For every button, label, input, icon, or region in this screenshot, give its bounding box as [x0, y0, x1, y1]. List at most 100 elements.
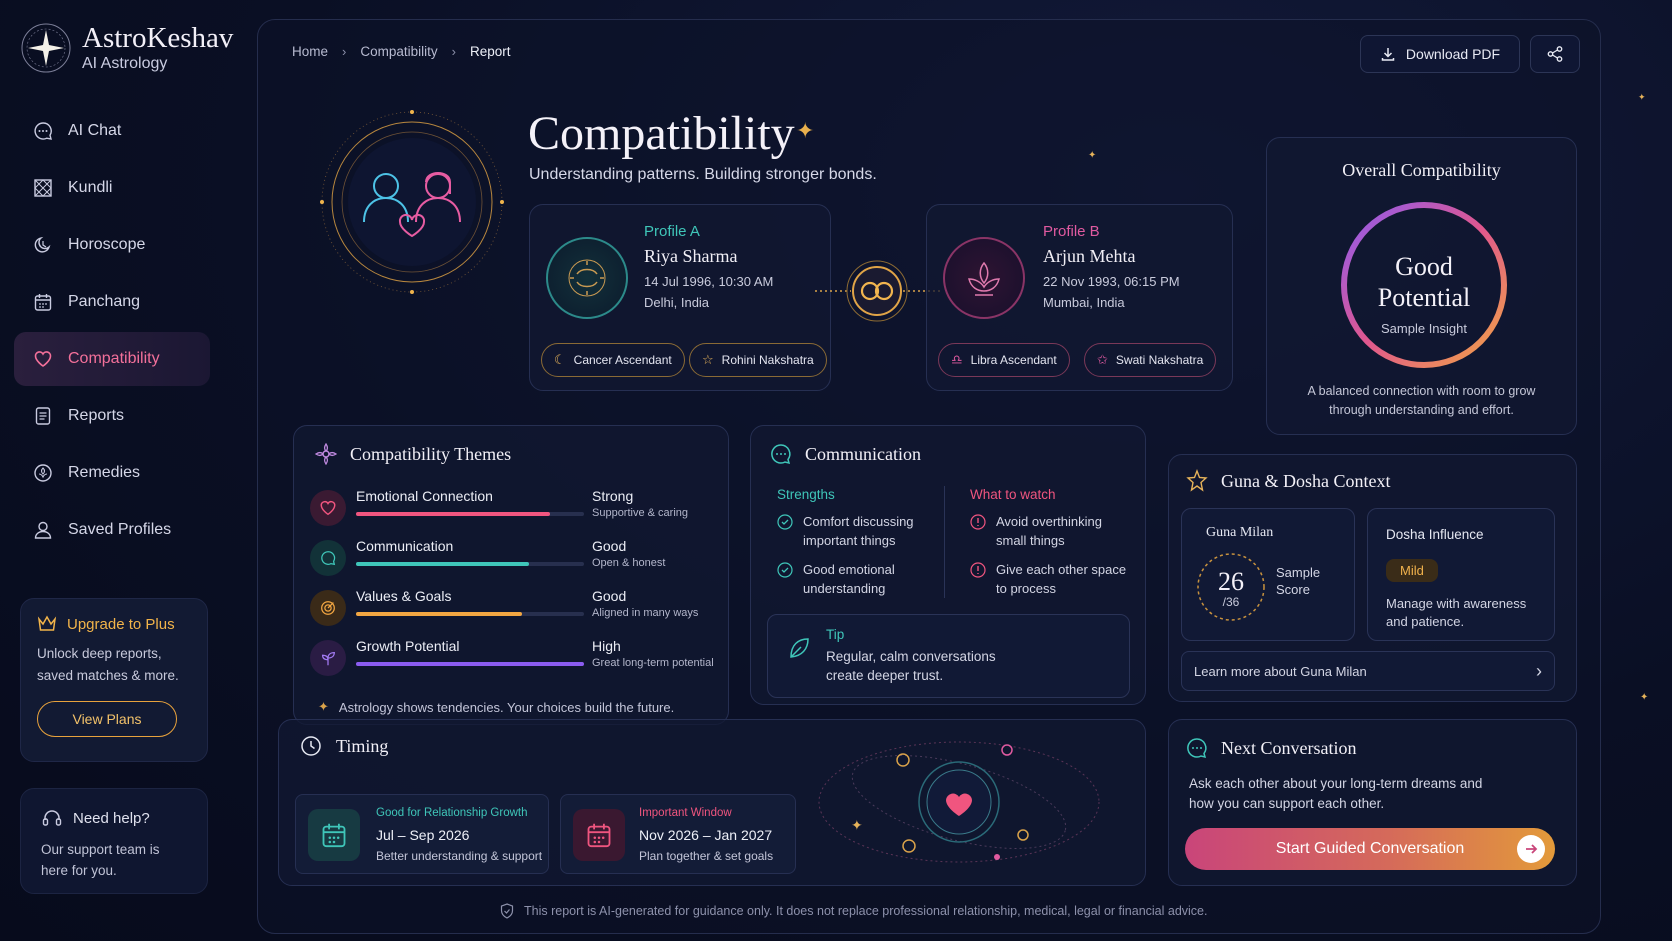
watch-item: Avoid overthinking small things: [970, 512, 1130, 550]
sidebar-item-remedies[interactable]: Remedies: [14, 446, 210, 500]
theme-desc: Aligned in many ways: [592, 607, 699, 619]
theme-name: Values & Goals: [356, 588, 452, 604]
dosha-badge: Mild: [1386, 559, 1438, 582]
moon-icon: ☾: [554, 352, 566, 367]
sidebar-item-label: Remedies: [68, 464, 141, 481]
breadcrumb-home[interactable]: Home: [292, 44, 328, 59]
chart-grid-icon: [32, 177, 54, 199]
crown-icon: [37, 615, 57, 631]
download-pdf-label: Download PDF: [1405, 46, 1501, 62]
theme-desc: Open & honest: [592, 557, 666, 569]
timing-window-range: Nov 2026 – Jan 2027: [639, 827, 773, 843]
theme-level: Strong: [592, 488, 634, 504]
sparkle-icon: ✦: [1640, 692, 1649, 703]
ascendant-chip[interactable]: ☾ Cancer Ascendant: [541, 343, 685, 377]
overall-verdict-line1: Good: [1395, 252, 1453, 281]
tip-title: Tip: [826, 627, 845, 642]
nakshatra-chip[interactable]: ☆ Rohini Nakshatra: [689, 343, 827, 377]
guna-score-label: Score: [1276, 582, 1310, 597]
chevron-right-icon: ›: [342, 44, 347, 59]
sidebar-item-label: Panchang: [68, 293, 141, 310]
clock-icon: [301, 736, 321, 756]
sparkle-icon: ✦: [318, 699, 329, 714]
breadcrumb-current: Report: [469, 44, 511, 59]
profile-a-place: Delhi, India: [644, 295, 710, 310]
calendar-icon: [573, 809, 625, 861]
strength-item: Comfort discussing important things: [777, 512, 947, 550]
heart-icon: [32, 348, 54, 370]
profile-a-emblem: [546, 237, 628, 319]
watch-text: Give each other space to process: [996, 562, 1127, 596]
profile-b-place: Mumbai, India: [1043, 295, 1125, 310]
guna-title: Guna & Dosha Context: [1221, 470, 1391, 491]
timing-window-range: Jul – Sep 2026: [376, 827, 470, 843]
guna-learn-more-link[interactable]: Learn more about Guna Milan ›: [1181, 651, 1555, 691]
breadcrumb: Home › Compatibility › Report: [292, 44, 511, 59]
guna-score-ring: 26 /36: [1197, 553, 1265, 621]
moon-cycle-icon: [32, 234, 54, 256]
shield-icon: [500, 903, 514, 919]
sidebar-item-ai-chat[interactable]: AI Chat: [14, 104, 210, 158]
view-plans-button[interactable]: View Plans: [37, 701, 177, 737]
disclaimer-text: This report is AI-generated for guidance…: [524, 904, 1208, 918]
ascendant-label: Cancer Ascendant: [573, 353, 672, 367]
help-card[interactable]: Need help? Our support team is here for …: [20, 788, 208, 894]
sidebar-item-label: Reports: [68, 407, 125, 424]
brand[interactable]: AstroKeshav AI Astrology: [20, 22, 233, 74]
themes-footer: Astrology shows tendencies. Your choices…: [338, 699, 675, 715]
strength-text: Comfort discussing important things: [803, 514, 914, 548]
svg-text:✦: ✦: [851, 817, 863, 833]
theme-desc: Great long-term potential: [592, 657, 714, 669]
chevron-right-icon: ›: [451, 44, 456, 59]
sidebar-item-panchang[interactable]: Panchang: [14, 275, 210, 329]
nakshatra-label: Swati Nakshatra: [1115, 353, 1204, 367]
timing-window[interactable]: Important Window Nov 2026 – Jan 2027 Pla…: [560, 794, 796, 874]
watch-title: What to watch: [970, 487, 1056, 502]
alert-circle-icon: [970, 514, 986, 530]
download-icon: [1381, 48, 1395, 61]
sidebar-item-kundli[interactable]: Kundli: [14, 161, 210, 215]
calendar-icon: [32, 291, 54, 313]
overall-compatibility-card: Overall Compatibility Good Potential Sam…: [1266, 137, 1577, 435]
guna-total: /36: [1223, 595, 1240, 609]
theme-name: Emotional Connection: [356, 488, 493, 504]
sparkle-icon: ✦: [1638, 92, 1646, 102]
document-icon: [32, 405, 54, 427]
chat-bubble-icon: [1187, 738, 1207, 759]
sidebar-item-reports[interactable]: Reports: [14, 389, 210, 443]
brand-subtitle: AI Astrology: [82, 55, 168, 72]
guna-milan-title: Guna Milan: [1206, 525, 1274, 540]
theme-bar-fill: [356, 662, 584, 666]
sidebar-item-label: Kundli: [68, 179, 113, 196]
disclaimer: This report is AI-generated for guidance…: [500, 903, 1207, 919]
theme-bar-fill: [356, 562, 530, 566]
profile-a-datetime: 14 Jul 1996, 10:30 AM: [644, 274, 774, 289]
theme-name: Growth Potential: [356, 638, 460, 654]
overall-description: A balanced connection with room to grow …: [1307, 384, 1536, 417]
crab-sign-icon: [568, 259, 606, 297]
sidebar: AstroKeshav AI Astrology AI Chat Kundli …: [0, 0, 248, 941]
sidebar-item-label: Saved Profiles: [68, 521, 172, 538]
sidebar-item-saved-profiles[interactable]: Saved Profiles: [14, 503, 210, 557]
ascendant-chip[interactable]: ♎ Libra Ascendant: [938, 343, 1070, 377]
strength-text: Good emotional understanding: [803, 562, 895, 596]
timing-window[interactable]: Good for Relationship Growth Jul – Sep 2…: [295, 794, 549, 874]
sidebar-item-compatibility[interactable]: Compatibility: [14, 332, 210, 386]
sidebar-item-horoscope[interactable]: Horoscope: [14, 218, 210, 272]
rings-connector-icon: [815, 260, 940, 322]
share-button[interactable]: [1530, 35, 1580, 73]
arrow-right-icon: [1517, 835, 1545, 863]
theme-bar: [356, 612, 584, 616]
nakshatra-chip[interactable]: ✩ Swati Nakshatra: [1084, 343, 1217, 377]
heart-icon: [310, 490, 346, 526]
theme-level: Good: [592, 588, 627, 604]
dosha-box: Dosha Influence Mild Manage with awarene…: [1367, 508, 1555, 641]
calendar-icon: [308, 809, 360, 861]
download-pdf-button[interactable]: Download PDF: [1360, 35, 1520, 73]
sidebar-item-label: Compatibility: [68, 350, 160, 367]
theme-desc: Supportive & caring: [592, 507, 688, 519]
breadcrumb-section[interactable]: Compatibility: [360, 44, 437, 59]
start-guided-conversation-button[interactable]: Start Guided Conversation: [1185, 828, 1555, 870]
watch-item: Give each other space to process: [970, 560, 1130, 598]
timing-window-desc: Better understanding & support: [376, 849, 543, 863]
